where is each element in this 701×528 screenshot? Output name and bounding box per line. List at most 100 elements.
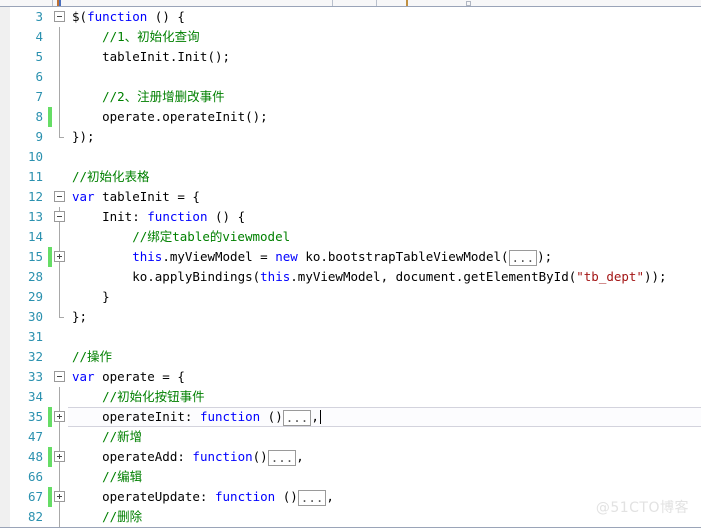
fold-column[interactable]	[52, 427, 68, 447]
code-line[interactable]: 48 operateAdd: function()...,	[0, 447, 701, 467]
code-lines-container[interactable]: 3 $(function () {4 //1、初始化查询 5 tableInit.I…	[0, 7, 701, 527]
fold-column[interactable]	[52, 247, 68, 267]
fold-collapse-icon[interactable]	[54, 371, 65, 382]
code-line[interactable]: 82 //删除	[0, 507, 701, 527]
code-line-text[interactable]	[68, 327, 701, 347]
code-line[interactable]: 34 //初始化按钮事件	[0, 387, 701, 407]
tab-close-icon[interactable]	[466, 1, 471, 6]
code-line[interactable]: 12 var tableInit = {	[0, 187, 701, 207]
code-line-text[interactable]: }	[68, 287, 701, 307]
code-line-text[interactable]: tableInit.Init();	[68, 47, 701, 67]
fold-collapse-icon[interactable]	[54, 11, 65, 22]
code-line-text[interactable]: //绑定table的viewmodel	[68, 227, 701, 247]
code-line-text[interactable]: operateAdd: function()...,	[68, 447, 701, 467]
fold-column[interactable]	[52, 187, 68, 207]
fold-collapse-icon[interactable]	[54, 191, 65, 202]
code-line[interactable]: 29 }	[0, 287, 701, 307]
code-line[interactable]: 33 var operate = {	[0, 367, 701, 387]
code-line-text[interactable]: operateUpdate: function ()...,	[68, 487, 701, 507]
fold-expand-icon[interactable]	[54, 491, 65, 502]
tab-color-mark	[59, 0, 61, 6]
fold-column[interactable]	[52, 147, 68, 167]
fold-column[interactable]	[52, 27, 68, 47]
fold-column[interactable]	[52, 387, 68, 407]
fold-column[interactable]	[52, 367, 68, 387]
code-line[interactable]: 3 $(function () {	[0, 7, 701, 27]
code-line[interactable]: 5 tableInit.Init();	[0, 47, 701, 67]
code-line[interactable]: 11 //初始化表格	[0, 167, 701, 187]
code-line[interactable]: 32 //操作	[0, 347, 701, 367]
code-line-text[interactable]: Init: function () {	[68, 207, 701, 227]
code-line[interactable]: 30};	[0, 307, 701, 327]
code-line[interactable]: 10	[0, 147, 701, 167]
code-line-text[interactable]: var operate = {	[68, 367, 701, 387]
code-line[interactable]: 67 operateUpdate: function ()...,	[0, 487, 701, 507]
code-line-text[interactable]: });	[68, 127, 701, 147]
fold-column[interactable]	[52, 227, 68, 247]
code-editor-surface[interactable]: 3 $(function () {4 //1、初始化查询 5 tableInit.I…	[0, 7, 701, 528]
token-plain: ko.bootstrapTableViewModel(	[297, 249, 509, 264]
code-line-text[interactable]: //编辑	[68, 467, 701, 487]
collapsed-region-box[interactable]: ...	[297, 490, 327, 506]
fold-column[interactable]	[52, 107, 68, 127]
fold-expand-icon[interactable]	[54, 451, 65, 462]
editor-tab-strip[interactable]	[0, 0, 701, 7]
fold-collapse-icon[interactable]	[54, 211, 65, 222]
code-line[interactable]: 31	[0, 327, 701, 347]
fold-column[interactable]	[52, 87, 68, 107]
code-line[interactable]: 66 //编辑	[0, 467, 701, 487]
code-line-text[interactable]	[68, 147, 701, 167]
block-guide-line	[59, 267, 60, 287]
fold-column[interactable]	[52, 467, 68, 487]
code-line-text[interactable]: //操作	[68, 347, 701, 367]
code-line-text[interactable]	[68, 67, 701, 87]
code-line-text[interactable]: //初始化表格	[68, 167, 701, 187]
fold-column[interactable]	[52, 327, 68, 347]
code-line-text[interactable]: };	[68, 307, 701, 327]
code-line-text[interactable]: operateInit: function ()...,	[68, 407, 701, 427]
code-line[interactable]: 14 //绑定table的viewmodel	[0, 227, 701, 247]
code-line[interactable]: 28 ko.applyBindings(this.myViewModel, do…	[0, 267, 701, 287]
code-line[interactable]: 7 //2、注册增删改事件	[0, 87, 701, 107]
code-line-text[interactable]: $(function () {	[68, 7, 701, 27]
code-line-text[interactable]: this.myViewModel = new ko.bootstrapTable…	[68, 247, 701, 267]
code-line[interactable]: 9});	[0, 127, 701, 147]
code-line[interactable]: 15 this.myViewModel = new ko.bootstrapTa…	[0, 247, 701, 267]
code-line[interactable]: 35 operateInit: function ()...,	[0, 407, 701, 427]
fold-column[interactable]	[52, 287, 68, 307]
fold-column[interactable]	[52, 7, 68, 27]
code-line-text[interactable]: //2、注册增删改事件	[68, 87, 701, 107]
code-line[interactable]: 13 Init: function () {	[0, 207, 701, 227]
fold-column[interactable]	[52, 67, 68, 87]
code-line-text[interactable]: //初始化按钮事件	[68, 387, 701, 407]
fold-column[interactable]	[52, 407, 68, 427]
fold-expand-icon[interactable]	[54, 251, 65, 262]
code-line[interactable]: 8 operate.operateInit();	[0, 107, 701, 127]
code-line-text[interactable]: var tableInit = {	[68, 187, 701, 207]
code-line-text[interactable]: ko.applyBindings(this.myViewModel, docum…	[68, 267, 701, 287]
code-tokens: //操作	[72, 348, 112, 366]
fold-column[interactable]	[52, 447, 68, 467]
fold-column[interactable]	[52, 127, 68, 147]
fold-column[interactable]	[52, 487, 68, 507]
code-line[interactable]: 6	[0, 67, 701, 87]
code-line-text[interactable]: //1、初始化查询	[68, 27, 701, 47]
collapsed-region-box[interactable]: ...	[267, 450, 297, 466]
fold-column[interactable]	[52, 47, 68, 67]
code-line-text[interactable]: operate.operateInit();	[68, 107, 701, 127]
code-tokens: $(function () {	[72, 8, 185, 26]
fold-column[interactable]	[52, 507, 68, 527]
collapsed-region-box[interactable]: ...	[508, 250, 538, 266]
code-line-text[interactable]: //删除	[68, 507, 701, 527]
fold-column[interactable]	[52, 347, 68, 367]
fold-expand-icon[interactable]	[54, 411, 65, 422]
code-line[interactable]: 4 //1、初始化查询	[0, 27, 701, 47]
fold-column[interactable]	[52, 307, 68, 327]
collapsed-region-box[interactable]: ...	[282, 410, 312, 426]
code-line[interactable]: 47 //新增	[0, 427, 701, 447]
token-plain: });	[72, 129, 95, 144]
code-line-text[interactable]: //新增	[68, 427, 701, 447]
fold-column[interactable]	[52, 207, 68, 227]
fold-column[interactable]	[52, 167, 68, 187]
fold-column[interactable]	[52, 267, 68, 287]
